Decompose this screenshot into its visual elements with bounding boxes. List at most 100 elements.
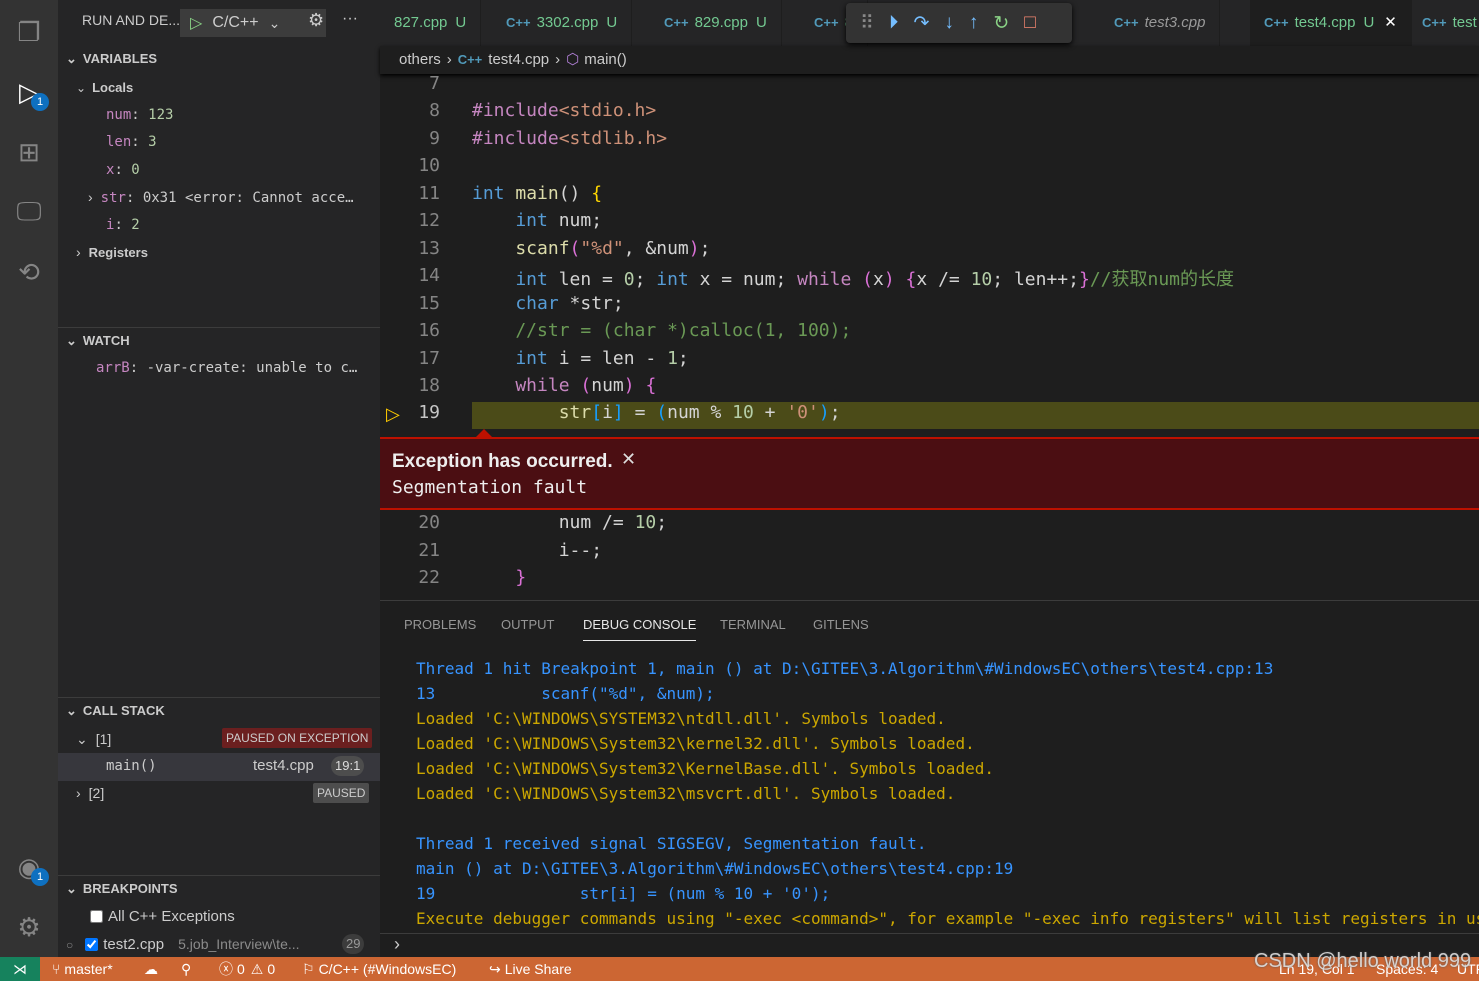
debug-config-status[interactable]: ⚐ C/C++ (#WindowsEC) (302, 957, 456, 981)
variables-section[interactable]: ⌄ VARIABLES (58, 48, 380, 70)
breadcrumb-item[interactable]: others (399, 51, 441, 68)
tab-827cpp[interactable]: 827.cpp U (380, 0, 482, 46)
line-number: 18 (418, 374, 440, 396)
breakpoint-line-badge: 29 (342, 934, 365, 954)
step-out-icon[interactable]: ↑ (969, 12, 979, 34)
branch-status-label: master* (64, 961, 113, 977)
watch-item[interactable]: arrB: -var-create: unable to c… (58, 355, 380, 382)
variable-len[interactable]: len: 3 (58, 129, 380, 156)
tab-label: test (1452, 14, 1477, 31)
code-token: int (472, 347, 548, 369)
code-line: #include<stdio.h> (472, 100, 656, 121)
continue-icon[interactable]: ⏵ (889, 12, 899, 34)
call-stack-section-title: CALL STACK (82, 703, 165, 718)
locals-scope[interactable]: ⌄ Locals (58, 74, 380, 101)
code-token: ] (612, 402, 624, 424)
tab-3302cpp[interactable]: C++ 3302.cpp U (492, 0, 633, 46)
gear-icon[interactable]: ⚙ (308, 10, 324, 31)
debug-icon: ⚐ (302, 961, 315, 977)
error-icon: ⓧ (219, 961, 233, 977)
problems-status[interactable]: ⓧ 0 ⚠ 0 (219, 957, 275, 981)
code-token: #include (472, 100, 559, 122)
chevron-down-icon: ⌄ (66, 51, 77, 66)
variable-num[interactable]: num: 123 (58, 102, 380, 129)
variable-str[interactable]: › str: 0x31 <error: Cannot acce… (58, 184, 380, 211)
exception-title: Exception has occurred. (392, 451, 613, 472)
debug-config-select[interactable]: ▷ C/C++ ⌄ (180, 9, 326, 37)
variable-name: i (106, 217, 115, 233)
run-debug-activity[interactable]: ▷ 1 (0, 67, 58, 117)
panel-tab-debug-console[interactable]: DEBUG CONSOLE (583, 617, 697, 641)
tab-test4cpp[interactable]: C++ test4.cpp U ✕ (1250, 0, 1412, 46)
line-number: 22 (418, 567, 440, 588)
restart-icon[interactable]: ↻ (993, 12, 1009, 35)
gitlens-activity[interactable]: ⟲ (0, 247, 58, 297)
cpp-file-icon: C++ (506, 15, 531, 30)
watch-section[interactable]: ⌄ WATCH (58, 330, 380, 352)
code-line: } (472, 567, 526, 588)
indentation-status[interactable]: Spaces: 4 (1376, 957, 1438, 981)
explorer-activity[interactable]: ❐ (0, 7, 58, 57)
encoding-status[interactable]: UTF (1457, 957, 1479, 981)
breakpoint-path: 5.job_Interview\te... (178, 936, 300, 952)
step-over-icon[interactable]: ↷ (913, 12, 929, 35)
close-icon[interactable]: ✕ (1384, 14, 1397, 31)
code-token: + (753, 402, 787, 424)
code-line: while (num) { (472, 375, 656, 396)
stop-icon[interactable]: □ (1024, 12, 1035, 34)
variable-value: 0x31 <error: Cannot acce… (142, 190, 354, 206)
remote-explorer-activity[interactable]: 🖵 (0, 187, 58, 237)
breadcrumb-item[interactable]: test4.cpp (488, 51, 549, 68)
gitlens-status[interactable]: ⚲ (181, 957, 195, 981)
indentation-status-label: Spaces: 4 (1376, 961, 1439, 977)
panel-tab-terminal[interactable]: TERMINAL (720, 617, 786, 641)
code-token: "%d" (580, 237, 624, 259)
manage-gear-icon[interactable]: ⚙ (0, 902, 58, 952)
tab-test[interactable]: C++ test (1408, 0, 1479, 46)
more-actions-icon[interactable]: ··· (342, 10, 358, 28)
live-share-status[interactable]: ↪ Live Share (489, 957, 572, 981)
close-exception-icon[interactable]: ✕ (621, 449, 636, 470)
console-line: 19 str[i] = (num % 10 + '0'); (416, 884, 831, 903)
breakpoint-item[interactable]: All C++ Exceptions (58, 903, 380, 930)
code-line: num /= 10; (472, 512, 667, 533)
registers-scope[interactable]: › Registers (58, 239, 380, 266)
panel-tab-output[interactable]: OUTPUT (501, 617, 554, 641)
cpp-file-icon: C++ (1422, 15, 1447, 30)
code-token: ) (883, 269, 895, 291)
tab-label: test4.cpp (1294, 14, 1356, 31)
account-icon[interactable]: ◉ 1 (0, 842, 58, 892)
start-debug-icon[interactable]: ▷ (190, 13, 202, 33)
extensions-activity[interactable]: ⊞ (0, 127, 58, 177)
tab-status: U (455, 14, 467, 31)
tab-829cpp[interactable]: C++ 829.cpp U (650, 0, 782, 46)
code-token: ( (656, 402, 668, 424)
exception-widget (380, 437, 1479, 510)
panel-tab-gitlens[interactable]: GITLENS (813, 617, 869, 641)
divider (380, 933, 1479, 934)
step-into-icon[interactable]: ↓ (944, 12, 954, 34)
code-token: ; (634, 269, 657, 291)
code-line: int len = 0; int x = num; while (x) {x /… (472, 265, 1234, 291)
breakpoint-item[interactable]: ○ test2.cpp 5.job_Interview\te... (58, 931, 380, 958)
variable-value: 2 (131, 217, 140, 233)
warning-icon: ⚠ (250, 961, 264, 977)
breadcrumb: others › C++ test4.cpp › ⬡ main() (380, 46, 1479, 74)
console-input[interactable] (416, 936, 1466, 956)
variable-i[interactable]: i: 2 (58, 212, 380, 239)
variable-x[interactable]: x: 0 (58, 157, 380, 184)
code-token: len = (547, 269, 624, 291)
breakpoints-section[interactable]: ⌄ BREAKPOINTS (58, 878, 380, 900)
panel-tab-problems[interactable]: PROBLEMS (404, 617, 476, 641)
breadcrumb-item[interactable]: main() (584, 51, 627, 68)
cpp-file-icon: C++ (1264, 15, 1289, 30)
breakpoint-checkbox[interactable] (90, 910, 103, 923)
publish-status[interactable]: ☁ (144, 957, 162, 981)
cursor-position[interactable]: Ln 19, Col 1 (1279, 957, 1355, 981)
tab-test3cpp[interactable]: C++ test3.cpp (1100, 0, 1221, 46)
branch-status[interactable]: ⑂ master* (52, 957, 113, 981)
breakpoint-checkbox[interactable] (85, 938, 99, 951)
call-stack-section[interactable]: ⌄ CALL STACK (58, 700, 380, 722)
remote-indicator[interactable]: ⋊ (0, 957, 40, 981)
